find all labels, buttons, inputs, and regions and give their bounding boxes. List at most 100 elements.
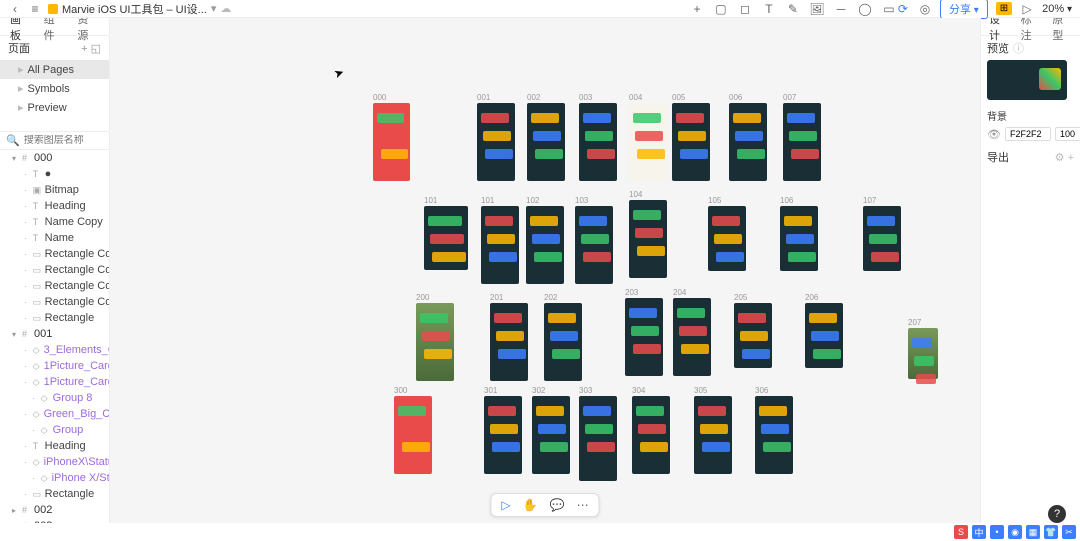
comment-icon[interactable]: ─: [834, 2, 848, 16]
ime-icon[interactable]: S: [954, 525, 968, 539]
tab-design[interactable]: 设计: [989, 18, 1009, 43]
export-settings-icon[interactable]: ⚙: [1055, 152, 1065, 164]
layer-item[interactable]: ·▭Rectangle: [0, 310, 109, 326]
info-icon[interactable]: ⓘ: [1013, 40, 1024, 56]
slice-icon[interactable]: ▭: [882, 2, 896, 16]
artboard[interactable]: 304: [632, 396, 670, 474]
color-input[interactable]: [1005, 127, 1051, 141]
layer-item[interactable]: ·▭Rectangle Copy 33: [0, 278, 109, 294]
artboard[interactable]: 205: [734, 303, 772, 368]
layer-item[interactable]: ·▣Bitmap: [0, 182, 109, 198]
layer-item[interactable]: ·▭Rectangle: [0, 486, 109, 502]
rect-icon[interactable]: ◻: [738, 2, 752, 16]
plus-icon[interactable]: +: [690, 2, 704, 16]
status-icon-5[interactable]: 👕: [1044, 525, 1058, 539]
tab-annotate[interactable]: 标注: [1021, 18, 1041, 43]
layer-item[interactable]: ·◇Group: [0, 422, 109, 438]
layer-item[interactable]: ·◇1Picture_Card: [0, 374, 109, 390]
artboard[interactable]: 002: [527, 103, 565, 181]
artboard[interactable]: 001: [477, 103, 515, 181]
artboard[interactable]: 007: [783, 103, 821, 181]
frame-icon[interactable]: ▢: [714, 2, 728, 16]
page-item[interactable]: ▸Symbols: [0, 79, 109, 98]
layer-item[interactable]: ▸#002: [0, 502, 109, 518]
layer-item[interactable]: ·THeading: [0, 438, 109, 454]
status-icon-2[interactable]: •: [990, 525, 1004, 539]
artboard[interactable]: 005: [672, 103, 710, 181]
artboard[interactable]: 101: [481, 206, 519, 284]
layer-item[interactable]: ·◇1Picture_Card Copy: [0, 358, 109, 374]
layer-item[interactable]: ·▭Rectangle Copy 25: [0, 294, 109, 310]
ruler-button[interactable]: ⊞: [996, 2, 1012, 15]
doc-title[interactable]: Marvie iOS UI工具包 – UI设... ▾ ☁: [48, 1, 231, 17]
visibility-icon[interactable]: 👁: [987, 128, 1001, 141]
artboard[interactable]: 106: [780, 206, 818, 271]
layer-item[interactable]: ·T●: [0, 166, 109, 182]
artboard[interactable]: 207: [908, 328, 938, 379]
layer-item[interactable]: ·THeading: [0, 198, 109, 214]
status-icon-6[interactable]: ✂: [1062, 525, 1076, 539]
share-button[interactable]: 分享 ▾: [940, 0, 988, 19]
artboard[interactable]: 302: [532, 396, 570, 474]
layer-item[interactable]: ▾#001: [0, 326, 109, 342]
artboard[interactable]: 200: [416, 303, 454, 381]
artboard[interactable]: 103: [575, 206, 613, 284]
more-tool-icon[interactable]: ⋯: [577, 498, 589, 512]
layer-item[interactable]: ·◇3_Elements_Circled_Navig...: [0, 342, 109, 358]
artboard[interactable]: 107: [863, 206, 901, 271]
layer-item[interactable]: ·TName Copy: [0, 214, 109, 230]
artboard[interactable]: 301: [484, 396, 522, 474]
artboard[interactable]: 105: [708, 206, 746, 271]
pen-icon[interactable]: ✎: [786, 2, 800, 16]
artboard[interactable]: 303: [579, 396, 617, 481]
status-icon-1[interactable]: 中: [972, 525, 986, 539]
artboard[interactable]: 101: [424, 206, 468, 270]
artboard[interactable]: 300: [394, 396, 432, 474]
artboard[interactable]: 202: [544, 303, 582, 381]
mask-icon[interactable]: ◯: [858, 2, 872, 16]
add-page-icon[interactable]: +: [81, 43, 87, 55]
collapse-icon[interactable]: ◱: [91, 43, 101, 55]
page-item[interactable]: ▸All Pages: [0, 60, 109, 79]
image-icon[interactable]: 🖼: [810, 2, 824, 16]
layer-item[interactable]: ·◇Group 8: [0, 390, 109, 406]
page-item[interactable]: ▸Preview: [0, 98, 109, 117]
menu-icon[interactable]: ≡: [28, 2, 42, 16]
layer-item[interactable]: ·▭Rectangle Copy 32: [0, 262, 109, 278]
layer-item[interactable]: ·◇iPhoneX\Status_Bar: [0, 454, 109, 470]
zoom-level[interactable]: 20% ▾: [1042, 3, 1072, 15]
artboard[interactable]: 003: [579, 103, 617, 181]
status-icon-4[interactable]: ▦: [1026, 525, 1040, 539]
artboard[interactable]: 203: [625, 298, 663, 376]
artboard[interactable]: 000: [373, 103, 410, 181]
artboard[interactable]: 004: [629, 103, 667, 181]
artboard[interactable]: 006: [729, 103, 767, 181]
chevron-down-icon[interactable]: ▾: [211, 2, 217, 15]
back-icon[interactable]: ‹: [8, 2, 22, 16]
artboard[interactable]: 104: [629, 200, 667, 278]
cloud-sync-icon[interactable]: ⟳: [896, 2, 910, 16]
layer-item[interactable]: ·◇Green_Big_Card: [0, 406, 109, 422]
tab-prototype[interactable]: 原型: [1052, 18, 1072, 43]
artboard[interactable]: 206: [805, 303, 843, 368]
hand-tool-icon[interactable]: ✋: [523, 498, 538, 512]
layer-item[interactable]: ·◇iPhone X/Status Bars/S...: [0, 470, 109, 486]
artboard[interactable]: 201: [490, 303, 528, 381]
status-icon-3[interactable]: ◉: [1008, 525, 1022, 539]
artboard[interactable]: 306: [755, 396, 793, 474]
play-icon[interactable]: ▷: [1020, 2, 1034, 16]
layer-item[interactable]: ▾#000: [0, 150, 109, 166]
artboard[interactable]: 305: [694, 396, 732, 474]
comment-tool-icon[interactable]: 💬: [550, 498, 565, 512]
export-add-icon[interactable]: +: [1068, 152, 1074, 164]
layer-item[interactable]: ·▭Rectangle Copy 34: [0, 246, 109, 262]
help-button[interactable]: ?: [1048, 505, 1066, 523]
layer-item[interactable]: ▾#003: [0, 518, 109, 523]
artboard[interactable]: 102: [526, 206, 564, 284]
canvas[interactable]: ➤ 00000100200300400500600710110110210310…: [110, 18, 980, 523]
opacity-input[interactable]: [1055, 127, 1080, 141]
layer-item[interactable]: ·TName: [0, 230, 109, 246]
search-input[interactable]: [24, 135, 110, 146]
cursor-tool-icon[interactable]: ▷: [501, 498, 510, 512]
preview-thumbnail[interactable]: [987, 60, 1067, 100]
